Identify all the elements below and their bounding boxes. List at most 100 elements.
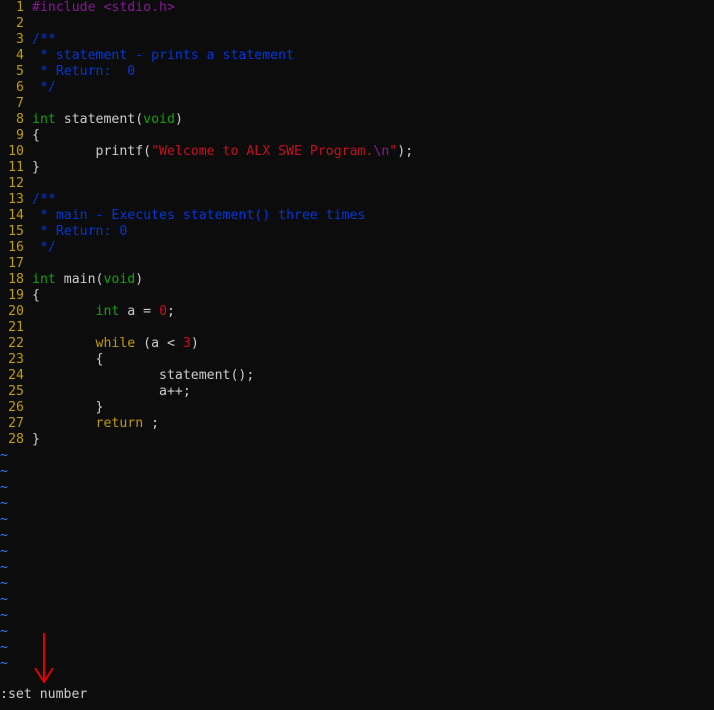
line-number: 1 (16, 0, 24, 15)
code-text: * statement - prints a statement (32, 48, 294, 64)
code-token: int (32, 272, 56, 287)
code-line[interactable]: 14 * main - Executes statement() three t… (0, 208, 714, 224)
code-line[interactable]: 8 int statement(void) (0, 112, 714, 128)
line-number: 18 (8, 272, 24, 287)
code-token: "Welcome to ALX SWE Program. (151, 144, 374, 159)
code-line[interactable]: 3 /** (0, 32, 714, 48)
empty-line-marker: ~ (0, 560, 8, 575)
code-text: { (32, 288, 40, 304)
code-text: { (32, 352, 104, 368)
code-token: ) (190, 336, 199, 351)
line-number: 5 (16, 64, 24, 79)
code-text: /** (32, 192, 56, 208)
code-text: /** (32, 32, 56, 48)
vim-editor[interactable]: 1 #include <stdio.h> 2 3/** 4 * statement - … (0, 0, 714, 688)
code-line[interactable]: 7 (0, 96, 714, 112)
line-number: 4 (16, 48, 24, 63)
code-text: */ (32, 80, 56, 96)
code-line[interactable]: 22 while (a < 3) (0, 336, 714, 352)
code-line[interactable]: 19 { (0, 288, 714, 304)
code-line[interactable]: 12 (0, 176, 714, 192)
line-number: 20 (8, 304, 24, 319)
line-number: 25 (8, 384, 24, 399)
code-line[interactable]: 23 { (0, 352, 714, 368)
code-text: while (a < 3) (32, 336, 199, 352)
empty-buffer-area: ~ ~ ~ ~ ~ ~ ~ ~ ~ ~ ~ ~ ~ ~ (0, 448, 714, 672)
code-token: a++; (32, 384, 191, 399)
line-number: 16 (8, 240, 24, 255)
code-text: int statement(void) (32, 112, 183, 128)
line-number: 6 (16, 80, 24, 95)
code-line[interactable]: 1 #include <stdio.h> (0, 0, 714, 16)
code-line[interactable]: 27 return ; (0, 416, 714, 432)
code-token: main( (55, 272, 104, 287)
code-line[interactable]: 6 */ (0, 80, 714, 96)
code-token: { (32, 352, 104, 367)
line-number: 22 (8, 336, 24, 351)
code-line[interactable]: 4 * statement - prints a statement (0, 48, 714, 64)
code-token: } (32, 400, 104, 415)
empty-line-marker: ~ (0, 448, 8, 463)
code-token: /** (32, 192, 56, 207)
code-text: * main - Executes statement() three time… (32, 208, 366, 224)
code-token: */ (32, 240, 56, 255)
line-number: 24 (8, 368, 24, 383)
line-number: 8 (16, 112, 24, 127)
code-line[interactable]: 11} (0, 160, 714, 176)
line-number: 28 (8, 432, 24, 447)
code-line[interactable]: 5 * Return: 0 (0, 64, 714, 80)
empty-line-marker: ~ (0, 528, 8, 543)
code-line[interactable]: 15 * Return: 0 (0, 224, 714, 240)
empty-line-marker: ~ (0, 464, 8, 479)
code-token: while (95, 336, 136, 351)
code-line[interactable]: 17 (0, 256, 714, 272)
code-token: } (32, 432, 40, 447)
code-text: a++; (32, 384, 191, 400)
code-line[interactable]: 16 */ (0, 240, 714, 256)
code-line[interactable]: 26 } (0, 400, 714, 416)
code-token: \n (373, 144, 390, 159)
code-token: return (95, 416, 144, 431)
code-token: (a < (135, 336, 183, 351)
code-line[interactable]: 2 (0, 16, 714, 32)
code-text: * Return: 0 (32, 224, 127, 240)
empty-line-marker: ~ (0, 576, 8, 591)
code-line[interactable]: 25 a++; (0, 384, 714, 400)
code-line[interactable]: 24 statement(); (0, 368, 714, 384)
code-line[interactable]: 13 /** (0, 192, 714, 208)
command-line[interactable]: :set number (0, 686, 87, 704)
code-line[interactable]: 28} (0, 432, 714, 448)
code-token: ; (143, 416, 160, 431)
code-token: int (95, 304, 120, 319)
line-number: 27 (8, 416, 24, 431)
code-token: void (143, 112, 175, 127)
code-line[interactable]: 20 int a = 0; (0, 304, 714, 320)
empty-line-marker: ~ (0, 640, 8, 655)
code-area[interactable]: 1 #include <stdio.h> 2 3/** 4 * statement - … (0, 0, 714, 448)
empty-line-marker: ~ (0, 592, 8, 607)
code-line[interactable]: 10 printf("Welcome to ALX SWE Program.\n… (0, 144, 714, 160)
empty-line-marker: ~ (0, 656, 8, 671)
code-text: statement(); (32, 368, 254, 384)
code-token: ); (397, 144, 414, 159)
code-line[interactable]: 9{ (0, 128, 714, 144)
code-token: * main - Executes statement() three time… (32, 208, 366, 223)
line-number: 13 (8, 192, 24, 207)
code-text: */ (32, 240, 56, 256)
code-line[interactable]: 18 int main(void) (0, 272, 714, 288)
code-line[interactable]: 21 (0, 320, 714, 336)
line-number: 9 (16, 128, 24, 143)
empty-line-marker: ~ (0, 496, 8, 511)
code-token: ; (167, 304, 175, 319)
line-number: 7 (16, 96, 24, 111)
line-number: 10 (8, 144, 24, 159)
code-token: a = (119, 304, 160, 319)
code-token: } (32, 160, 40, 175)
code-token: void (103, 272, 136, 287)
code-token: * Return: 0 (32, 64, 136, 79)
code-text: int main(void) (32, 272, 143, 288)
code-token: #include <stdio.h> (32, 0, 175, 15)
